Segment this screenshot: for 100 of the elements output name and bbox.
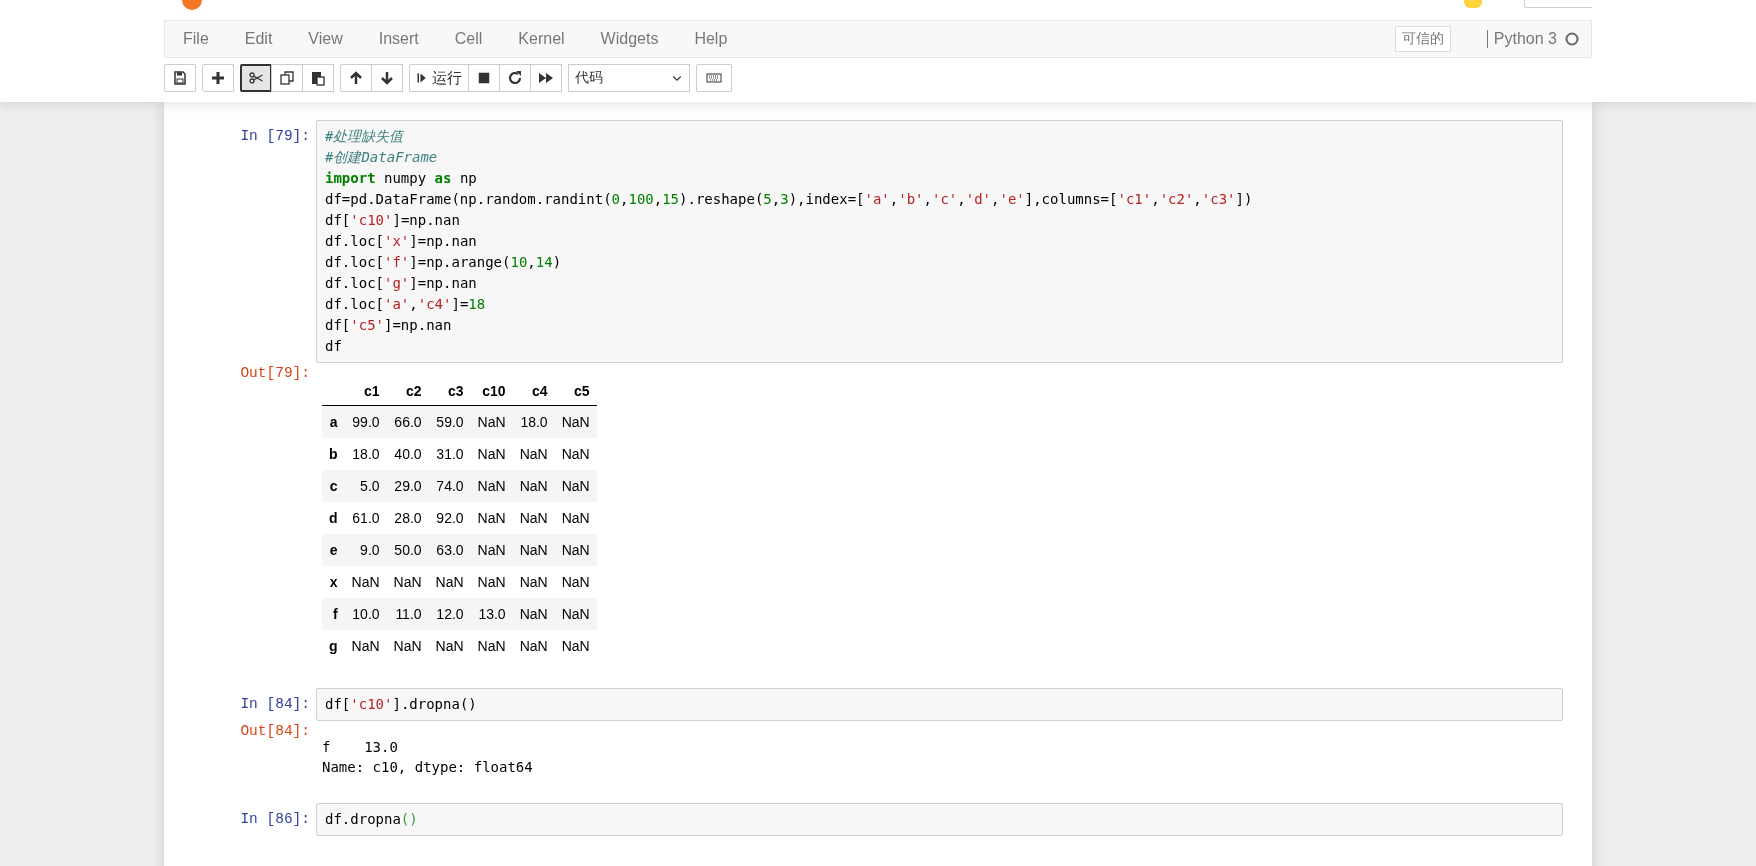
code-line: df['c5']=np.nan — [325, 316, 453, 335]
code-line: df.loc['x']=np.nan — [325, 232, 478, 251]
table-cell: 40.0 — [386, 438, 429, 470]
row-index: f — [322, 598, 345, 630]
output-line: f 13.0 — [322, 738, 399, 757]
save-icon — [172, 70, 188, 86]
row-index: c — [322, 470, 345, 502]
menu-item[interactable]: Kernel — [500, 30, 583, 48]
code-line: df — [325, 337, 343, 356]
cell-type-dropdown[interactable]: 代码 — [568, 64, 690, 92]
menu-item[interactable]: Edit — [226, 30, 291, 48]
table-cell: 9.0 — [344, 534, 387, 566]
table-cell: NaN — [344, 566, 387, 598]
copy-icon — [279, 70, 295, 86]
output-prompt: Out[79]: — [239, 364, 310, 383]
table-cell: 99.0 — [344, 405, 387, 438]
table-cell: NaN — [554, 405, 597, 438]
table-cell: 11.0 — [386, 598, 429, 630]
move-down-button[interactable] — [371, 64, 403, 92]
code-cell[interactable]: df.dropna() — [316, 803, 1563, 836]
output-line: Name: c10, dtype: float64 — [322, 758, 534, 777]
column-header: c5 — [554, 377, 597, 406]
table-cell: NaN — [428, 566, 471, 598]
table-cell: 92.0 — [428, 502, 471, 534]
column-header: c10 — [470, 377, 513, 406]
table-cell: 13.0 — [470, 598, 513, 630]
table-cell: NaN — [512, 598, 555, 630]
code-cell[interactable] — [316, 120, 1563, 363]
table-cell: NaN — [470, 566, 513, 598]
table-cell: 59.0 — [428, 405, 471, 438]
table-cell: NaN — [512, 470, 555, 502]
fast-forward-button[interactable] — [530, 64, 562, 92]
code-line: df.dropna() — [325, 810, 419, 829]
input-prompt: In [86]: — [239, 810, 310, 829]
row-index: b — [322, 438, 345, 470]
paste-button[interactable] — [302, 64, 334, 92]
table-cell: NaN — [344, 630, 387, 662]
table-cell: NaN — [470, 534, 513, 566]
table-cell: NaN — [554, 598, 597, 630]
code-line: #创建DataFrame — [325, 148, 439, 167]
column-header: c3 — [428, 377, 471, 406]
fast-forward-icon — [538, 70, 554, 86]
save-button[interactable] — [164, 64, 196, 92]
code-line: df.loc['g']=np.nan — [325, 274, 478, 293]
table-cell: 63.0 — [428, 534, 471, 566]
table-cell: NaN — [554, 534, 597, 566]
table-cell: NaN — [512, 630, 555, 662]
input-prompt: In [79]: — [239, 127, 310, 146]
code-line: df['c10']=np.nan — [325, 211, 461, 230]
table-cell: NaN — [554, 566, 597, 598]
table-cell: 5.0 — [344, 470, 387, 502]
table-cell: NaN — [386, 630, 429, 662]
input-prompt: In [84]: — [239, 695, 310, 714]
code-line: df.loc['a','c4']=18 — [325, 295, 487, 314]
table-cell: NaN — [512, 534, 555, 566]
row-index: g — [322, 630, 345, 662]
code-line: #处理缺失值 — [325, 127, 406, 146]
menu-item[interactable]: Cell — [436, 30, 501, 48]
table-cell: NaN — [470, 405, 513, 438]
table-cell: 50.0 — [386, 534, 429, 566]
arrow-up-icon — [348, 70, 364, 86]
table-cell: NaN — [470, 502, 513, 534]
plus-icon — [210, 70, 226, 86]
table-cell: NaN — [386, 566, 429, 598]
run-button[interactable]: 运行 — [409, 64, 469, 92]
code-cell[interactable]: df['c10'].dropna() — [316, 688, 1563, 721]
move-up-button[interactable] — [340, 64, 372, 92]
table-cell: NaN — [554, 630, 597, 662]
row-index: x — [322, 566, 345, 598]
table-cell: NaN — [470, 630, 513, 662]
table-cell: 18.0 — [512, 405, 555, 438]
table-cell: NaN — [512, 566, 555, 598]
scissors-icon — [248, 70, 264, 86]
menu-item[interactable]: Widgets — [582, 30, 677, 48]
menu-item[interactable]: File — [165, 30, 227, 48]
table-cell: 29.0 — [386, 470, 429, 502]
cut-button[interactable] — [240, 64, 272, 92]
table-cell: NaN — [512, 502, 555, 534]
table-cell: 12.0 — [428, 598, 471, 630]
copy-button[interactable] — [271, 64, 303, 92]
table-cell: NaN — [470, 470, 513, 502]
menu-item[interactable]: View — [290, 30, 361, 48]
table-cell: NaN — [554, 470, 597, 502]
table-cell: NaN — [554, 502, 597, 534]
insert-cell-button[interactable] — [202, 64, 234, 92]
menu-item[interactable]: Help — [676, 30, 746, 48]
table-cell: 18.0 — [344, 438, 387, 470]
refresh-icon — [507, 70, 523, 86]
code-line: df.loc['f']=np.arange(10,14) — [325, 253, 563, 272]
trusted-badge[interactable]: 可信的 — [1394, 26, 1451, 52]
table-cell: 74.0 — [428, 470, 471, 502]
column-header: c1 — [344, 377, 387, 406]
command-palette-button[interactable] — [696, 64, 732, 92]
restart-button[interactable] — [499, 64, 531, 92]
code-line: import numpy as np — [325, 169, 478, 188]
code-line: df=pd.DataFrame(np.random.randint(0,100,15).reshape(5,3),index=['a','b','c','d','e'],columns=['c1','c2','c3']) — [325, 190, 1254, 209]
code-line: df['c10'].dropna() — [325, 695, 478, 714]
menu-item[interactable]: Insert — [360, 30, 437, 48]
column-header: c4 — [512, 377, 555, 406]
stop-button[interactable] — [468, 64, 500, 92]
